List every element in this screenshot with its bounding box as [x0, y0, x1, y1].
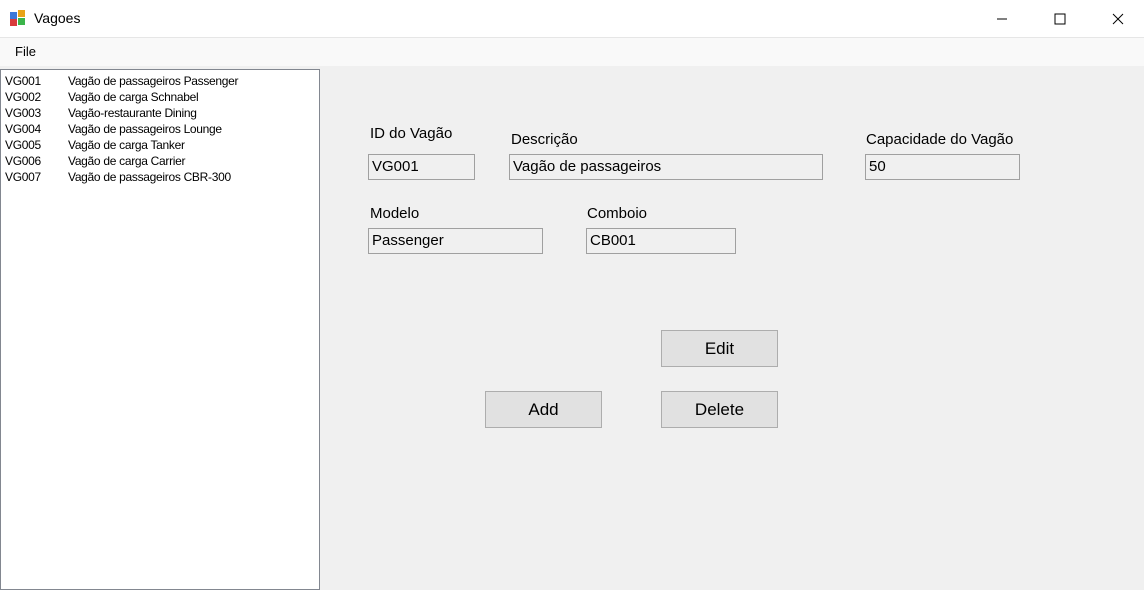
id-label: ID do Vagão: [370, 125, 453, 142]
comboio-field[interactable]: CB001: [586, 228, 736, 254]
close-button[interactable]: [1090, 0, 1144, 37]
close-icon: [1112, 13, 1124, 24]
maximize-button[interactable]: [1032, 0, 1088, 37]
list-item-id: VG001: [5, 74, 41, 88]
window-title: Vagoes: [34, 10, 81, 26]
modelo-label: Modelo: [370, 205, 420, 222]
menu-file[interactable]: File: [9, 44, 42, 59]
list-item-id: VG003: [5, 106, 41, 120]
maximize-icon: [1054, 13, 1066, 24]
menu-bar: File: [0, 38, 1144, 66]
list-item-id: VG004: [5, 122, 41, 136]
wagon-listbox[interactable]: VG001 Vagão de passageiros Passenger VG0…: [0, 69, 320, 590]
minimize-icon: [997, 18, 1007, 19]
list-item-description: Vagão de carga Schnabel: [68, 90, 199, 104]
app-form-icon: [10, 10, 26, 26]
minimize-button[interactable]: [974, 0, 1030, 37]
comboio-label: Comboio: [587, 205, 648, 222]
list-item-description: Vagão de passageiros Passenger: [68, 74, 239, 88]
title-bar: Vagoes: [0, 0, 1144, 38]
descricao-field[interactable]: Vagão de passageiros: [509, 154, 823, 180]
list-item-id: VG006: [5, 154, 41, 168]
list-item-description: Vagão de carga Carrier: [68, 154, 186, 168]
list-item-id: VG002: [5, 90, 41, 104]
id-field[interactable]: VG001: [368, 154, 475, 180]
descricao-label: Descrição: [511, 131, 578, 148]
capacidade-field[interactable]: 50: [865, 154, 1020, 180]
edit-button[interactable]: Edit: [661, 330, 778, 367]
list-item-id: VG005: [5, 138, 41, 152]
list-item-description: Vagão de carga Tanker: [68, 138, 185, 152]
list-item-description: Vagão de passageiros Lounge: [68, 122, 222, 136]
modelo-field[interactable]: Passenger: [368, 228, 543, 254]
list-item-description: Vagão-restaurante Dining: [68, 106, 197, 120]
capacidade-label: Capacidade do Vagão: [866, 131, 1014, 148]
list-item-description: Vagão de passageiros CBR-300: [68, 170, 231, 184]
delete-button[interactable]: Delete: [661, 391, 778, 428]
add-button[interactable]: Add: [485, 391, 602, 428]
list-item-id: VG007: [5, 170, 41, 184]
